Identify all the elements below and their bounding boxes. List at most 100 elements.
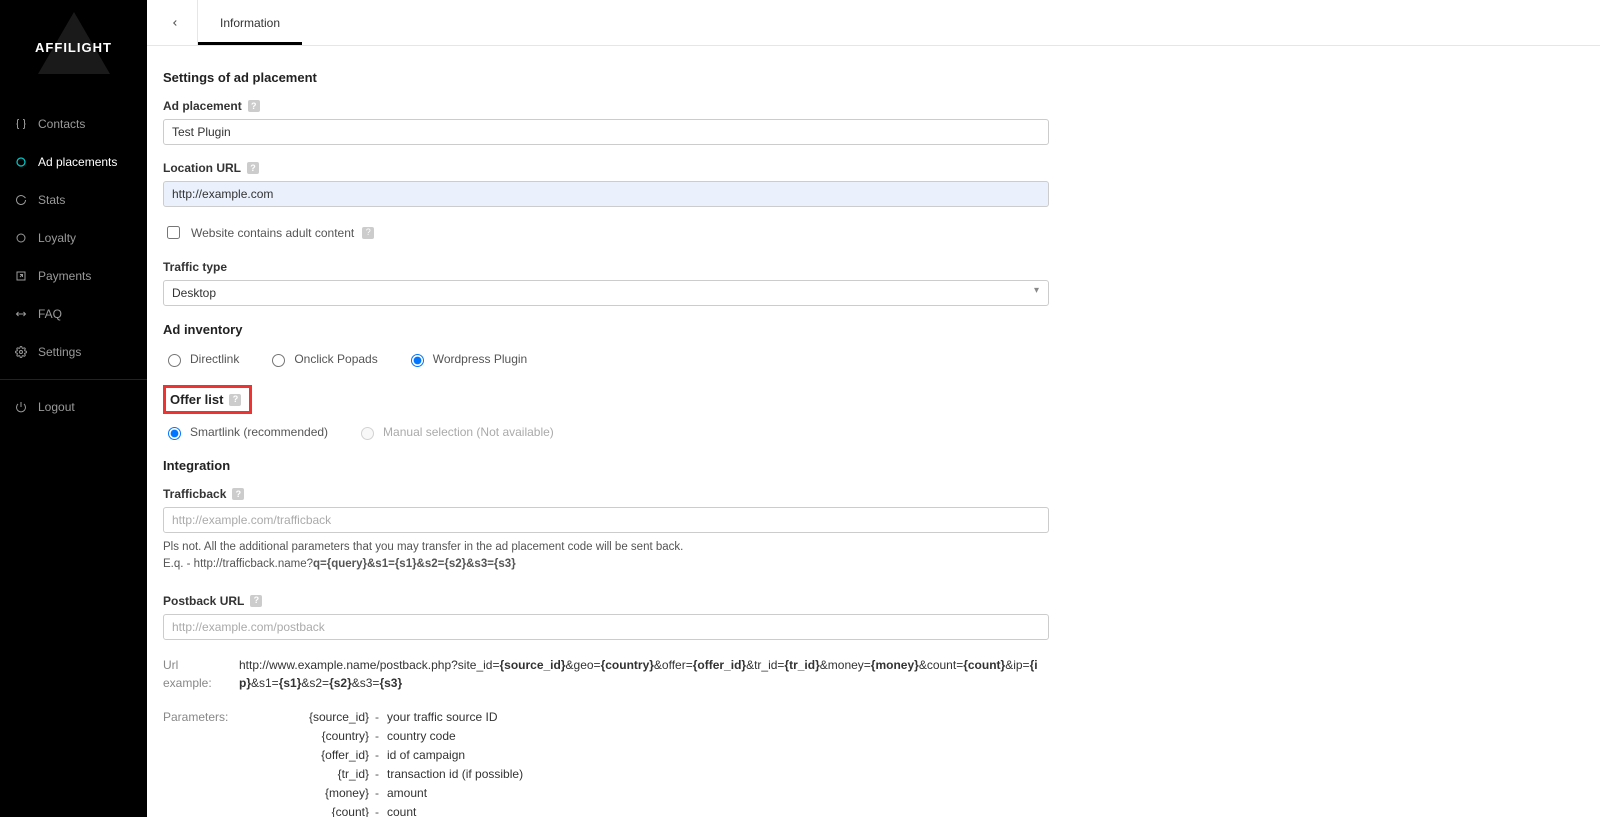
back-button[interactable] [157,0,193,45]
offer-list-radios: Smartlink (recommended) Manual selection … [163,424,1049,440]
label-traffic-type: Traffic type [163,260,1049,274]
hint-line1: Pls not. All the additional parameters t… [163,541,683,553]
swap-icon [14,307,28,321]
sidebar-item-label: Logout [38,400,75,414]
sidebar-item-loyalty[interactable]: Loyalty [0,219,147,257]
circle-icon [14,231,28,245]
sidebar-item-contacts[interactable]: Contacts [0,105,147,143]
refresh-icon [14,193,28,207]
sidebar-item-label: Loyalty [38,231,76,245]
adult-content-row: Website contains adult content ? [163,223,1049,242]
radio-label: Onclick Popads [294,352,377,366]
parameter-key: {source_id} [239,708,369,727]
hint-line2-bold: q={query}&s1={s1}&s2={s2}&s3={s3} [313,558,516,570]
parameter-desc: transaction id (if possible) [387,765,523,784]
radio-input[interactable] [168,427,181,440]
main-scroll[interactable]: Information Settings of ad placement Ad … [147,0,1600,817]
brand-text: AFFILIGHT [35,40,112,55]
label-ad-placement: Ad placement ? [163,99,1049,113]
radio-smartlink-recommended-[interactable]: Smartlink (recommended) [163,424,328,440]
parameter-desc: id of campaign [387,746,465,765]
ad-inventory-radios: Directlink Onclick Popads Wordpress Plugin [163,351,1049,367]
parameter-desc: count [387,803,416,817]
postback-input[interactable] [163,614,1049,640]
parameter-key: {offer_id} [239,746,369,765]
main: Information Settings of ad placement Ad … [147,0,1600,817]
radio-directlink[interactable]: Directlink [163,351,239,367]
url-example-label: Url example: [163,656,225,692]
sidebar-item-label: Payments [38,269,91,283]
parameter-desc: your traffic source ID [387,708,497,727]
help-icon[interactable]: ? [362,227,374,239]
help-icon[interactable]: ? [232,488,244,500]
parameter-key: {money} [239,784,369,803]
highlight-offer-list: Offer list ? [163,385,252,414]
parameter-row: {country}-country code [239,727,523,746]
power-icon [14,400,28,414]
sidebar-item-label: Stats [38,193,65,207]
parameter-row: {tr_id}-transaction id (if possible) [239,765,523,784]
trafficback-input[interactable] [163,507,1049,533]
radio-label: Wordpress Plugin [433,352,528,366]
ad-placement-input[interactable] [163,119,1049,145]
parameter-key: {count} [239,803,369,817]
topbar: Information [147,0,1600,46]
gear-icon [14,345,28,359]
radio-label: Manual selection (Not available) [383,425,554,439]
chevron-left-icon [170,16,180,30]
help-icon[interactable]: ? [247,162,259,174]
tab-label: Information [220,16,280,30]
label-text: Offer list [170,392,223,407]
parameter-row: {count}-count [239,803,523,817]
sidebar-item-payments[interactable]: Payments [0,257,147,295]
section-title-offer-list: Offer list ? [170,392,241,407]
radio-onclick-popads[interactable]: Onclick Popads [267,351,377,367]
adult-content-checkbox[interactable] [167,226,180,239]
sidebar-item-label: Settings [38,345,81,359]
sidebar-item-stats[interactable]: Stats [0,181,147,219]
tab-bar: Information [197,0,302,45]
field-postback: Postback URL ? [163,594,1049,640]
parameter-key: {country} [239,727,369,746]
sidebar-item-label: Ad placements [38,155,117,169]
label-location-url: Location URL ? [163,161,1049,175]
help-icon[interactable]: ? [250,595,262,607]
traffic-type-select[interactable]: Desktop [163,280,1049,306]
adult-content-label: Website contains adult content [191,226,354,240]
sidebar-item-ad-placements[interactable]: Ad placements [0,143,147,181]
label-text: Location URL [163,161,241,175]
hint-line2-prefix: E.q. - http://trafficback.name? [163,558,313,570]
section-title-settings: Settings of ad placement [163,70,1049,85]
radio-wordpress-plugin[interactable]: Wordpress Plugin [406,351,528,367]
sidebar-item-label: Contacts [38,117,85,131]
location-url-input[interactable] [163,181,1049,207]
field-traffic-type: Traffic type Desktop [163,260,1049,306]
content: Settings of ad placement Ad placement ? … [147,46,1049,817]
tab-information[interactable]: Information [198,0,302,45]
label-text: Traffic type [163,260,227,274]
parameter-key: {tr_id} [239,765,369,784]
parameter-desc: amount [387,784,427,803]
sidebar-item-settings[interactable]: Settings [0,333,147,371]
field-trafficback: Trafficback ? Pls not. All the additiona… [163,487,1049,574]
arrow-out-icon [14,269,28,283]
help-icon[interactable]: ? [248,100,260,112]
parameters-label: Parameters: [163,708,225,817]
parameters-table: {source_id}-your traffic source ID{count… [239,708,523,817]
parameters-row: Parameters: {source_id}-your traffic sou… [163,708,1049,817]
help-icon[interactable]: ? [229,394,241,406]
parameter-row: {source_id}-your traffic source ID [239,708,523,727]
parameter-desc: country code [387,727,456,746]
sidebar-item-logout[interactable]: Logout [0,388,147,426]
radio-input[interactable] [168,354,181,367]
field-ad-placement: Ad placement ? [163,99,1049,145]
label-postback: Postback URL ? [163,594,1049,608]
radio-input[interactable] [411,354,424,367]
trafficback-hint: Pls not. All the additional parameters t… [163,539,1049,574]
label-text: Ad placement [163,99,242,113]
braces-icon [14,117,28,131]
section-title-integration: Integration [163,458,1049,473]
sidebar-item-faq[interactable]: FAQ [0,295,147,333]
radio-input[interactable] [272,354,285,367]
parameter-row: {offer_id}-id of campaign [239,746,523,765]
